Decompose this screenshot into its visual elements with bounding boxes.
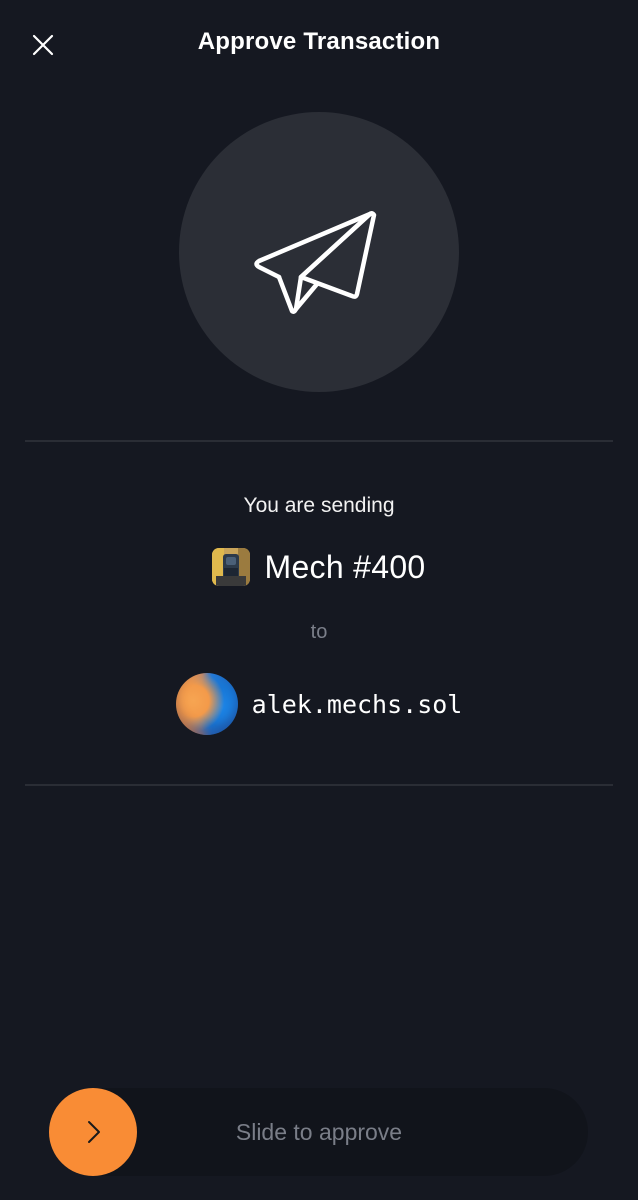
divider-bottom [25,784,613,786]
recipient-address: alek.mechs.sol [251,689,463,719]
header: Approve Transaction [0,0,638,90]
to-label: to [310,621,328,643]
paper-plane-icon [254,210,377,314]
slide-to-approve-knob[interactable] [49,1088,137,1176]
nft-thumbnail [212,548,251,586]
divider-top [25,440,613,442]
chevron-right-icon [88,1121,100,1143]
hero-circle [179,112,459,392]
page-title: Approve Transaction [197,28,441,55]
recipient-avatar [175,673,238,735]
asset-row: Mech #400 [0,548,638,586]
asset-name: Mech #400 [264,548,426,585]
sending-label: You are sending [243,494,395,517]
recipient-row: alek.mechs.sol [0,673,638,735]
